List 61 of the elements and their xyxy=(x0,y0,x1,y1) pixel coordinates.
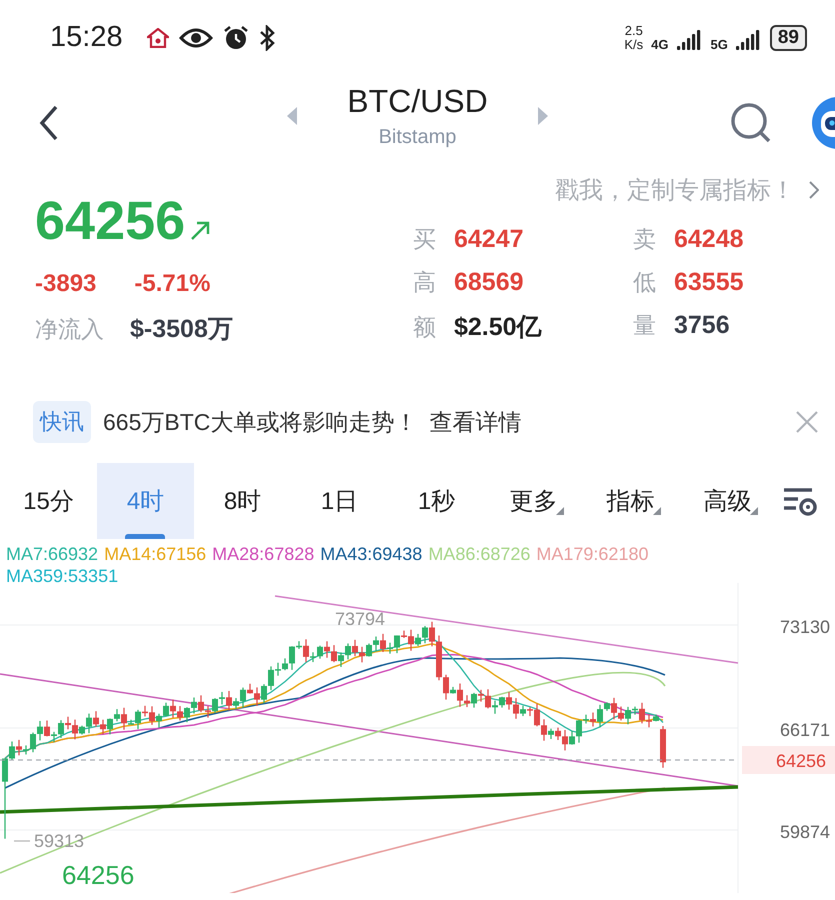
search-icon[interactable] xyxy=(729,100,773,144)
status-time: 15:28 xyxy=(50,21,123,54)
network-speed: 2.5 K/s xyxy=(624,24,644,52)
price-change: -3893 xyxy=(35,270,96,298)
timeframe-tab[interactable]: 1秒 xyxy=(388,463,485,539)
stat-value: $2.50亿 xyxy=(454,312,542,343)
home-icon xyxy=(146,28,169,48)
battery-level: 89 xyxy=(770,24,807,50)
net-inflow-label: 净流入 xyxy=(35,315,104,344)
up-arrow-icon xyxy=(189,220,212,242)
last-price: 64256 xyxy=(35,190,186,252)
price-tick: 73130 xyxy=(780,617,830,637)
stat-value: 3756 xyxy=(674,311,730,340)
stat-label: 额 xyxy=(413,313,436,342)
exchange-name: Bitstamp xyxy=(378,126,456,149)
timeframe-tab[interactable]: 15分 xyxy=(0,463,97,539)
back-icon[interactable] xyxy=(38,104,60,140)
news-headline[interactable]: 665万BTC大单或将影响走势！ xyxy=(103,406,418,438)
stat-value: 68569 xyxy=(454,268,524,297)
timeframe-tab[interactable]: 高级 xyxy=(679,463,776,539)
sim-label: 5G xyxy=(710,37,728,52)
timeframe-tab[interactable]: 指标 xyxy=(582,463,679,539)
caret-icon xyxy=(556,507,564,515)
timeframe-tab[interactable]: 8时 xyxy=(194,463,291,539)
stat-label: 卖 xyxy=(633,225,656,254)
bluetooth-icon xyxy=(258,24,275,50)
low-marker: 59313 xyxy=(34,831,84,851)
settings-icon[interactable] xyxy=(782,486,818,516)
stat-label: 高 xyxy=(413,268,436,297)
crosshair-price: 64256 xyxy=(62,860,134,890)
stat-value: 63555 xyxy=(674,268,744,297)
net-inflow-value: $-3508万 xyxy=(130,314,233,345)
pair-title: BTC/USD xyxy=(347,83,488,120)
timeframe-tab[interactable]: 更多 xyxy=(485,463,582,539)
news-tag: 快讯 xyxy=(33,401,91,443)
stat-label: 量 xyxy=(633,311,656,340)
alarm-icon xyxy=(222,24,249,50)
ma-legend-item: MA28:67828 xyxy=(212,543,314,565)
caret-icon xyxy=(653,507,661,515)
low-marker-line xyxy=(14,840,30,842)
stat-label: 低 xyxy=(633,268,656,297)
ma-legend-item: MA43:69438 xyxy=(320,543,422,565)
eye-icon xyxy=(178,26,213,48)
ma-legend-item: MA7:66932 xyxy=(6,543,98,565)
price-tick: 59874 xyxy=(780,822,830,842)
stat-label: 买 xyxy=(413,225,436,254)
details-link[interactable]: 查看详情 xyxy=(429,406,522,438)
high-marker: 73794 xyxy=(335,609,386,629)
stat-value: 64248 xyxy=(674,225,744,254)
sim-label: 4G xyxy=(651,37,669,52)
percent-change: -5.71% xyxy=(134,270,210,298)
price-tick: 66171 xyxy=(780,720,830,740)
stat-value: 64247 xyxy=(454,225,524,254)
current-price-label: 64256 xyxy=(776,751,826,771)
chevron-right-icon[interactable] xyxy=(809,181,819,199)
ma-legend-item: MA359:53351 xyxy=(6,565,118,587)
caret-icon xyxy=(750,507,758,515)
ma-legend-item: MA179:62180 xyxy=(536,543,648,565)
ma-legend-item: MA86:68726 xyxy=(428,543,530,565)
ma-legend-item: MA14:67156 xyxy=(104,543,206,565)
timeframe-tab[interactable]: 1日 xyxy=(291,463,388,539)
